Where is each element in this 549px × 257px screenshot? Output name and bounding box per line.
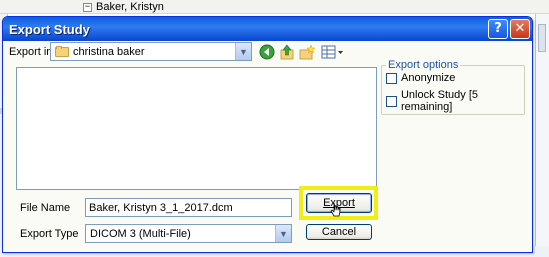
new-folder-icon[interactable] (299, 44, 315, 60)
file-name-label: File Name (20, 202, 71, 214)
screen: − Baker, Kristyn Export Study ? ✕ Export… (0, 0, 549, 257)
back-icon[interactable] (259, 44, 275, 60)
up-folder-icon[interactable] (279, 44, 295, 60)
collapse-toggle-icon[interactable]: − (83, 2, 92, 12)
export-in-value: christina baker (73, 45, 145, 58)
export-study-dialog: Export Study ? ✕ Export in christina bak… (2, 16, 533, 253)
cancel-button[interactable]: Cancel (306, 224, 372, 240)
dialog-titlebar[interactable]: Export Study ? ✕ (3, 17, 532, 41)
help-button[interactable]: ? (488, 19, 508, 39)
export-type-label: Export Type (20, 228, 79, 240)
close-button[interactable]: ✕ (510, 19, 530, 39)
export-in-combo[interactable]: christina baker ▼ (50, 42, 252, 61)
mouse-cursor-icon (330, 202, 341, 217)
background-tree-item[interactable]: − Baker, Kristyn (83, 0, 164, 14)
unlock-study-option[interactable]: Unlock Study [5 remaining] (386, 89, 532, 113)
file-name-input[interactable]: Baker, Kristyn 3_1_2017.dcm (85, 198, 292, 217)
anonymize-option[interactable]: Anonymize (386, 72, 455, 84)
anonymize-label[interactable]: Anonymize (401, 72, 455, 84)
file-list[interactable] (16, 67, 377, 190)
folder-icon (55, 46, 69, 57)
background-scrollbar-thumb[interactable] (538, 24, 546, 52)
export-type-select[interactable]: DICOM 3 (Multi-File) ▼ (85, 224, 292, 243)
tree-item-label[interactable]: Baker, Kristyn (96, 1, 164, 13)
chevron-down-icon[interactable]: ▼ (235, 43, 251, 60)
anonymize-checkbox[interactable] (386, 72, 397, 84)
unlock-study-checkbox[interactable] (386, 95, 397, 107)
unlock-study-label[interactable]: Unlock Study [5 remaining] (401, 89, 532, 113)
view-menu-icon[interactable] (321, 44, 345, 60)
cancel-button-label[interactable]: Cancel (322, 226, 356, 238)
export-type-value: DICOM 3 (Multi-File) (90, 227, 191, 240)
export-options-legend: Export options (386, 59, 461, 71)
chevron-down-icon[interactable]: ▼ (275, 225, 291, 242)
dialog-body: Export in christina baker ▼ Export optio… (3, 41, 532, 252)
export-in-label: Export in (9, 46, 53, 58)
dialog-title: Export Study (9, 21, 90, 37)
